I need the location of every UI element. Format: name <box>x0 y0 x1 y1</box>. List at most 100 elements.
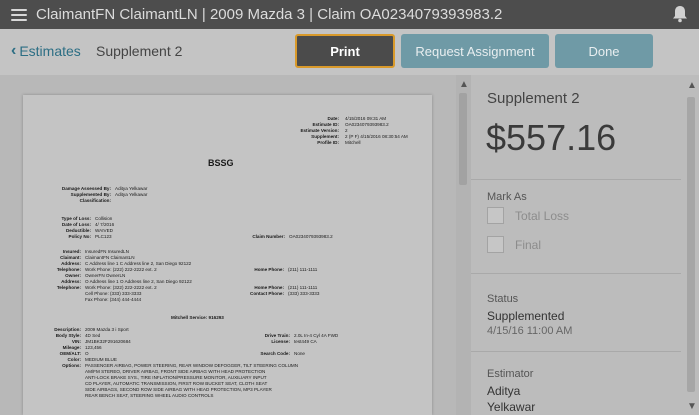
estimate-document: Date: 4/15/2016 09:31 AM Estimate ID: OA… <box>23 95 432 415</box>
hamburger-menu-icon[interactable] <box>11 8 27 21</box>
doc-field-value: 4/ 7/2016 <box>95 222 115 227</box>
total-loss-checkbox[interactable] <box>487 207 504 224</box>
doc-field-value: MEDIUM BLUE <box>85 357 117 362</box>
doc-meta-value: 2 (P F) 4/15/2016 08:30:54 AM <box>345 134 408 139</box>
estimator-last-name: Yelkawar <box>487 400 536 414</box>
doc-field-value: JM1BK32F291620684 <box>85 339 131 344</box>
doc-field-value: Aditya Yelkawar <box>115 192 148 197</box>
divider <box>471 351 681 352</box>
doc-field-value: (333) 333-3333 <box>288 291 320 296</box>
doc-meta-value: OA0234079393983.2 <box>345 122 389 127</box>
doc-options-line: ANTI-LOCK BRAKE SYS., TIRE INFLATION/PRE… <box>85 375 267 380</box>
status-value: Supplemented <box>487 309 565 323</box>
doc-field-label: Owner: <box>65 273 81 278</box>
doc-heading: BSSG <box>208 158 234 168</box>
doc-field-label: Description: <box>54 327 81 332</box>
doc-field-value: Aditya Yelkawar <box>115 186 148 191</box>
doc-field-label: Telephone: <box>56 285 81 290</box>
doc-field-label: Home Phone: <box>254 267 284 272</box>
page-title: Supplement 2 <box>96 43 183 59</box>
document-scrollbar[interactable]: ▲ <box>456 75 471 415</box>
done-button[interactable]: Done <box>555 34 653 68</box>
doc-field-label: Contact Phone: <box>250 291 284 296</box>
doc-field-value: PLC123 <box>95 234 112 239</box>
doc-meta-value: Mitchell <box>345 140 361 145</box>
doc-options-line: CD PLAYER, AUTOMATIC TRANSMISSION, FIRST… <box>85 381 268 386</box>
doc-field-value: test449 CA <box>294 339 317 344</box>
doc-field-value: 2.0L In-4 Cyl 4A FWD <box>294 333 339 338</box>
doc-field-label: Home Phone: <box>254 285 284 290</box>
doc-field-value: (211) 111-1111 <box>288 267 318 272</box>
doc-field-label: Type of Loss: <box>61 216 91 221</box>
doc-meta-label: Supplement: <box>311 134 339 139</box>
toolbar: ‹ Estimates Supplement 2 Print Request A… <box>0 29 699 75</box>
doc-field-label: Date of Loss: <box>61 222 91 227</box>
doc-meta-value: 4/15/2016 09:31 AM <box>345 116 387 121</box>
total-loss-checkbox-row[interactable]: Total Loss <box>487 207 569 224</box>
doc-field-value: ClaimantFN ClaimantLN <box>85 255 135 260</box>
doc-field-value: InsuredFN InsuredLN <box>85 249 129 254</box>
status-label: Status <box>487 293 519 305</box>
doc-field-label: Policy No: <box>68 234 91 239</box>
doc-field-value: O Address line 1 O Address line 2, San D… <box>85 279 192 284</box>
doc-field-label: Telephone: <box>56 267 81 272</box>
final-checkbox-row[interactable]: Final <box>487 236 541 253</box>
doc-field-value: OwnerFN OwnerLN <box>85 273 126 278</box>
doc-field-label: Damage Assessed By: <box>61 186 111 191</box>
divider <box>471 179 681 180</box>
final-label: Final <box>515 237 542 252</box>
doc-meta-label: Estimate Version: <box>300 128 339 133</box>
doc-options-line: AM/FM STEREO, DRIVER AIRBAG, FRONT SIDE … <box>85 369 266 374</box>
status-date: 4/15/16 11:00 AM <box>487 325 573 337</box>
doc-field-label: Search Code: <box>260 351 290 356</box>
doc-claim-value: OA0234079393983.2 <box>289 234 333 239</box>
total-loss-label: Total Loss <box>515 208 570 223</box>
doc-field-value: O <box>85 351 89 356</box>
doc-field-value: WAIVED <box>95 228 113 233</box>
estimator-first-name: Aditya <box>487 384 521 398</box>
document-scroll-thumb[interactable] <box>459 93 467 185</box>
summary-title: Supplement 2 <box>487 90 580 107</box>
estimator-label: Estimator <box>487 368 534 380</box>
doc-field-value: C Address line 1 C Address line 2, San D… <box>85 261 192 266</box>
document-viewer: Date: 4/15/2016 09:31 AM Estimate ID: OA… <box>0 75 456 415</box>
doc-field-label: Supplemented By: <box>70 192 111 197</box>
estimate-total: $557.16 <box>486 117 617 158</box>
back-label: Estimates <box>19 43 81 59</box>
doc-field-value: Work Phone: (222) 222-2222 ext. 2 <box>85 267 157 272</box>
back-to-estimates-link[interactable]: ‹ Estimates <box>11 42 81 60</box>
doc-options-line: SIDE AIRBAGS, SECOND ROW SIDE AIRBAG WIT… <box>85 387 272 392</box>
summary-scroll-thumb[interactable] <box>687 97 695 392</box>
doc-meta-label: Date: <box>327 116 340 121</box>
summary-scrollbar[interactable]: ▲ ▼ <box>683 75 699 415</box>
claim-title: ClaimantFN ClaimantLN | 2009 Mazda 3 | C… <box>36 6 503 23</box>
doc-field-value: Work Phone: (322) 222-2222 ext. 2 <box>85 285 157 290</box>
doc-field-label: Options: <box>62 363 81 368</box>
doc-field-value: PASSENGER AIRBAG, POWER STEERING, REAR W… <box>85 363 299 368</box>
doc-field-value: 4D Sed <box>85 333 101 338</box>
doc-field-value: (211) 111-1111 <box>288 285 318 290</box>
doc-mitchell-service: Mitchell Service: 916293 <box>171 315 224 320</box>
request-assignment-button[interactable]: Request Assignment <box>401 34 549 68</box>
doc-field-label: Color: <box>67 357 81 362</box>
doc-field-value: 2009 Mazda 3 i Sport <box>85 327 129 332</box>
doc-field-label: Deductible: <box>65 228 91 233</box>
scroll-up-icon[interactable]: ▲ <box>459 79 469 90</box>
doc-field-label: Address: <box>61 279 81 284</box>
doc-field-label: Body Style: <box>55 333 81 338</box>
scroll-down-icon[interactable]: ▼ <box>687 401 697 412</box>
scroll-up-icon[interactable]: ▲ <box>687 80 697 91</box>
doc-field-label: Classification: <box>79 198 111 203</box>
doc-meta-label: Profile ID: <box>317 140 339 145</box>
doc-field-label: Insured: <box>62 249 81 254</box>
estimate-summary-panel: Supplement 2 $557.16 Mark As Total Loss … <box>471 75 699 415</box>
doc-field-value: Cell Phone: (333) 333-3333 <box>85 291 142 296</box>
print-button[interactable]: Print <box>295 34 395 68</box>
doc-meta-label: Estimate ID: <box>312 122 339 127</box>
doc-field-value: 123,456 <box>85 345 102 350</box>
chevron-left-icon: ‹ <box>11 42 17 59</box>
doc-field-value: Fax Phone: (344) 444-4444 <box>85 297 142 302</box>
bell-icon[interactable] <box>672 5 688 23</box>
doc-field-label: License: <box>271 339 290 344</box>
final-checkbox[interactable] <box>487 236 504 253</box>
